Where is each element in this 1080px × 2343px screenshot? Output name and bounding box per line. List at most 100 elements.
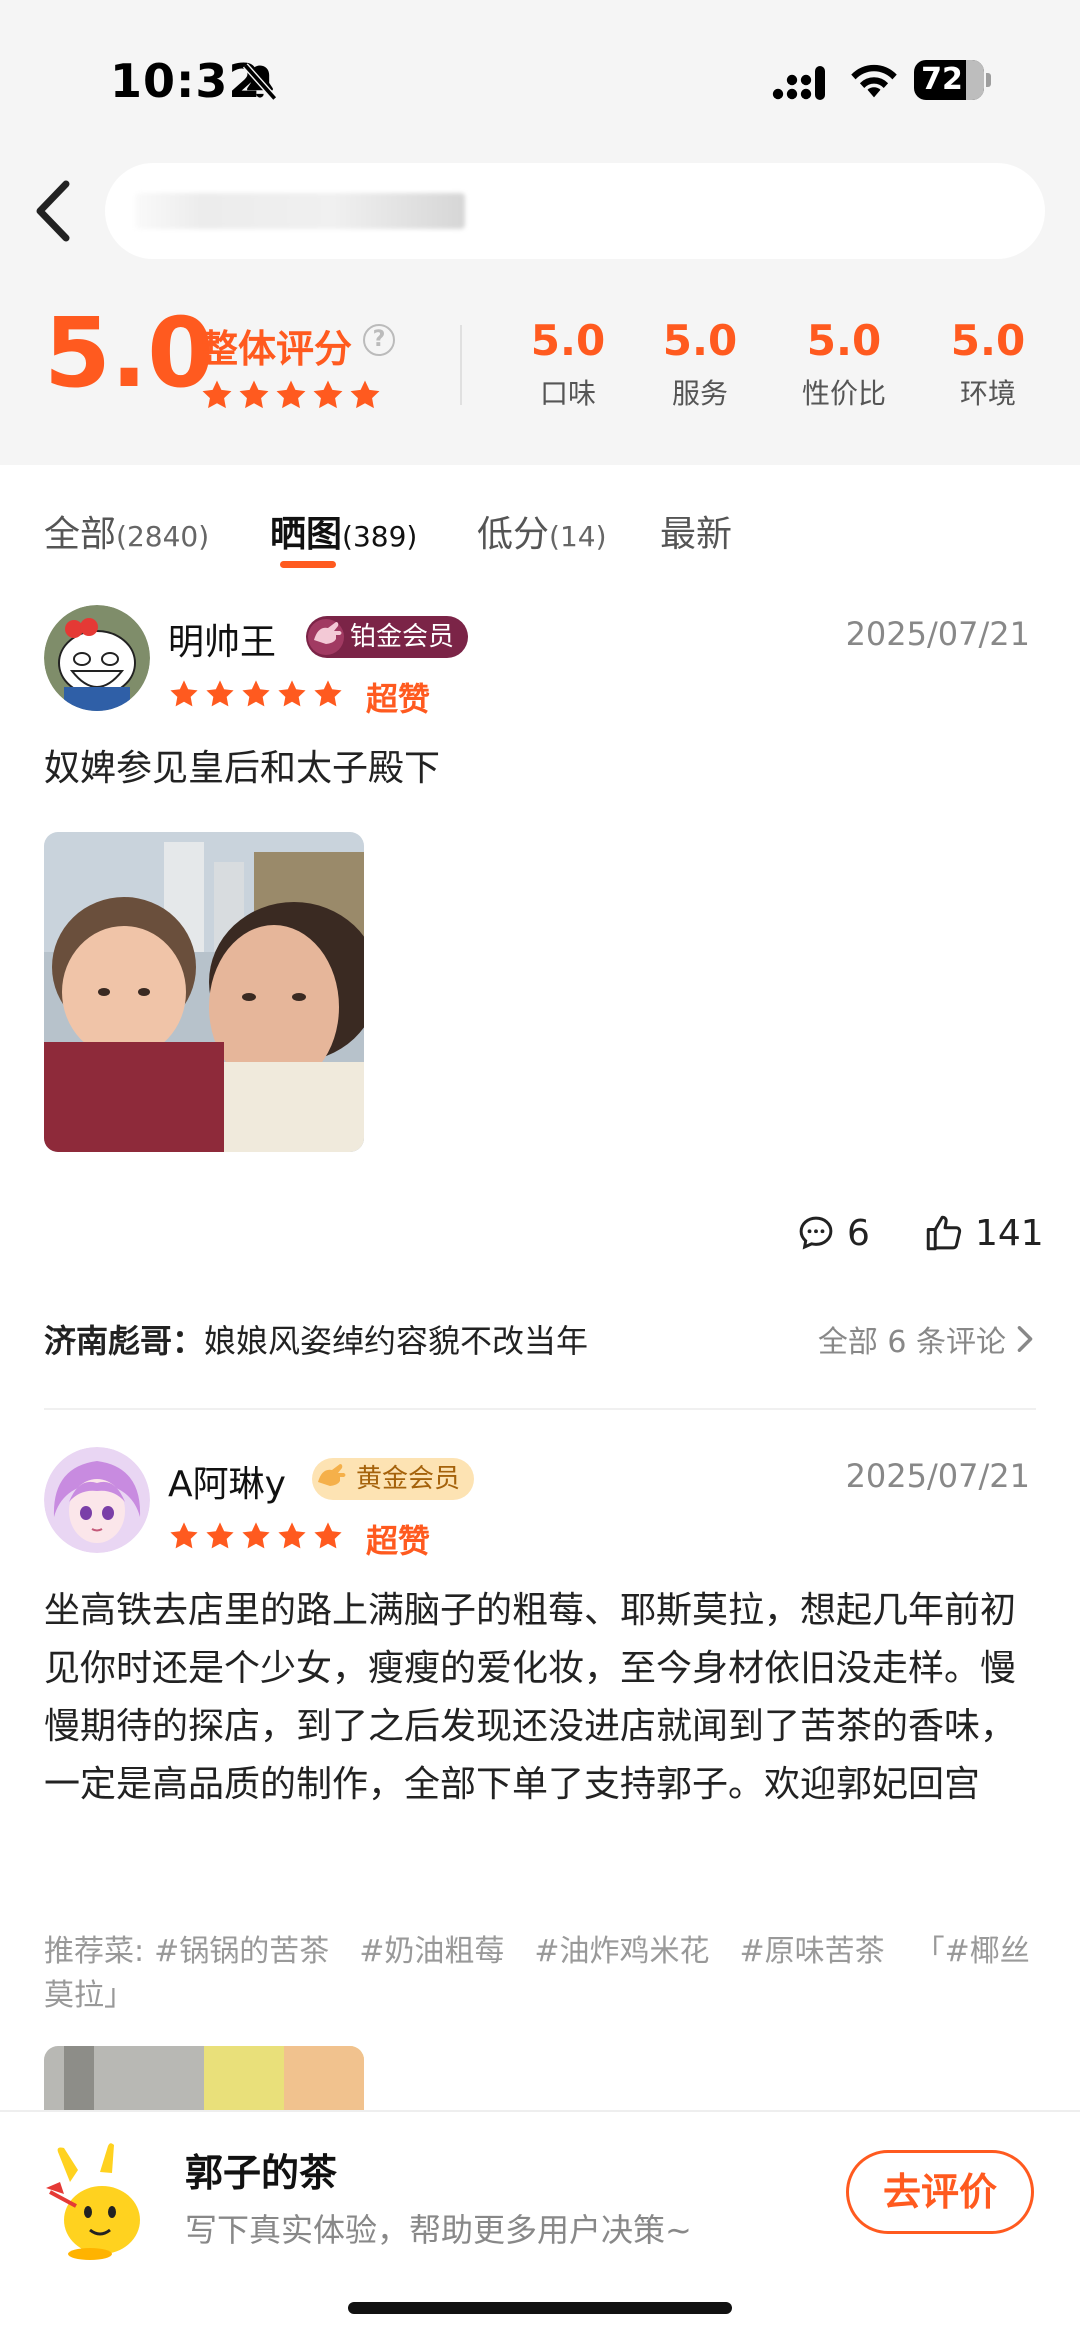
star-icon (239, 380, 269, 409)
dish-tag[interactable]: #锅锅的苦茶 (154, 1934, 329, 1969)
battery-level: 72 (921, 62, 963, 97)
star-icon (206, 680, 234, 707)
star-icon (202, 380, 232, 409)
review-date: 2025/07/21 (845, 615, 1030, 653)
wifi-icon (851, 64, 897, 98)
recommended-dishes: 推荐菜: #锅锅的苦茶 #奶油粗莓 #油炸鸡米花 #原味苦茶 「#椰丝莫拉」 (44, 1930, 1034, 2018)
star-icon (350, 380, 380, 409)
battery-tip (986, 73, 991, 87)
review-stars (168, 1520, 344, 1552)
tab-latest[interactable]: 最新 (660, 505, 732, 557)
write-review-button[interactable]: 去评价 (846, 2150, 1034, 2234)
member-badge-gold: 黄金会员 (312, 1458, 475, 1500)
review-hint: 写下真实体验，帮助更多用户决策~ (185, 2211, 692, 2249)
score-value-for-money: 5.0 性价比 (784, 316, 904, 412)
comment-button[interactable]: 6 (795, 1212, 870, 1254)
tab-label: 全部 (44, 514, 117, 555)
score-label: 服务 (671, 377, 728, 411)
like-button[interactable]: 141 (923, 1212, 1044, 1254)
tab-label: 晒图 (270, 514, 343, 555)
home-indicator (348, 2302, 732, 2314)
review-date: 2025/07/21 (845, 1457, 1030, 1495)
score-taste: 5.0 口味 (508, 316, 628, 412)
comment-icon (799, 1216, 833, 1250)
review-text: 坐高铁去店里的路上满脑子的粗莓、耶斯莫拉，想起几年前初见你时还是个少女，瘦瘦的爱… (44, 1590, 1017, 1805)
score-value: 5.0 (530, 316, 606, 365)
score-value: 5.0 (950, 316, 1026, 365)
star-icon (313, 380, 343, 409)
comment-count: 6 (847, 1212, 870, 1254)
mascot-icon (46, 2143, 140, 2260)
review-username[interactable]: A阿琳y (168, 1455, 286, 1507)
back-arrow-icon[interactable] (30, 178, 80, 244)
tab-low-score[interactable]: 低分(14) (477, 505, 607, 557)
star-icon (170, 1522, 198, 1549)
review-text: 奴婢参见皇后和太子殿下 (44, 748, 441, 789)
star-icon (242, 1522, 270, 1549)
avatar[interactable] (44, 605, 150, 711)
overall-label: 整体评分 (200, 327, 353, 371)
star-icon (242, 680, 270, 707)
comment-preview[interactable]: 济南彪哥：娘娘风姿绰约容貌不改当年 (44, 1316, 588, 1362)
score-value: 5.0 (662, 316, 738, 365)
tab-label: 最新 (660, 514, 733, 555)
help-icon[interactable]: ? (363, 324, 395, 356)
star-icon (314, 680, 342, 707)
tab-active-indicator (280, 561, 336, 568)
tab-all[interactable]: 全部(2840) (44, 505, 209, 557)
tab-label: 低分 (477, 514, 550, 555)
review-divider (44, 1408, 1036, 1410)
header-area: 10:32 72 5.0 整体评分 ? 5.0 口味 5.0 服务 5.0 性价… (0, 0, 1080, 465)
avatar[interactable] (44, 1447, 150, 1553)
badge-label: 铂金会员 (350, 622, 455, 652)
tags-label: 推荐菜: (44, 1934, 145, 1969)
badge-hand-icon (308, 619, 344, 655)
score-service: 5.0 服务 (640, 316, 760, 412)
star-icon (276, 380, 306, 409)
member-badge-platinum: 铂金会员 (306, 616, 469, 658)
tab-count: (389) (342, 520, 418, 553)
comment-text: 娘娘风姿绰约容貌不改当年 (204, 1322, 589, 1360)
summary-divider (460, 325, 462, 405)
like-count: 141 (975, 1212, 1044, 1254)
badge-hand-icon (318, 1464, 346, 1486)
tab-count: (2840) (116, 520, 210, 553)
status-bar: 10:32 72 (0, 40, 1080, 120)
commenter-name: 济南彪哥： (44, 1322, 205, 1360)
review-photo[interactable] (44, 2046, 364, 2110)
tab-count: (14) (549, 520, 607, 553)
search-input[interactable] (105, 163, 1045, 259)
overall-score: 5.0 (44, 297, 215, 409)
review-username[interactable]: 明帅王 (168, 613, 276, 665)
all-comments-link[interactable]: 全部 6 条评论 (818, 1317, 1036, 1361)
review-filter-tabs: 全部(2840) 晒图(389) 低分(14) 最新 (0, 505, 1080, 575)
score-label: 性价比 (801, 377, 886, 411)
rating-word: 超赞 (366, 1522, 431, 1560)
star-icon (170, 680, 198, 707)
battery-icon: 72 (914, 60, 984, 100)
dish-tag[interactable]: #油炸鸡米花 (534, 1934, 709, 1969)
score-environment: 5.0 环境 (928, 316, 1048, 412)
score-value: 5.0 (806, 316, 882, 365)
score-label: 环境 (959, 377, 1016, 411)
tab-photos[interactable]: 晒图(389) (270, 505, 417, 557)
score-label: 口味 (539, 377, 596, 411)
star-icon (314, 1522, 342, 1549)
star-icon (206, 1522, 234, 1549)
shop-name: 郭子的茶 (185, 2151, 338, 2195)
thumbs-up-icon (926, 1215, 962, 1251)
star-icon (278, 1522, 306, 1549)
review-stars (168, 678, 344, 710)
dish-tag[interactable]: #原味苦茶 (740, 1934, 885, 1969)
overall-stars (200, 378, 382, 412)
review-photo[interactable] (44, 832, 364, 1152)
badge-label: 黄金会员 (356, 1464, 461, 1494)
blurred-search-text (135, 193, 465, 229)
rating-word: 超赞 (366, 680, 431, 718)
chevron-right-icon (1017, 1326, 1033, 1352)
all-comments-label: 全部 6 条评论 (817, 1325, 1006, 1360)
bell-muted-icon (242, 63, 278, 101)
star-icon (278, 680, 306, 707)
dish-tag[interactable]: #奶油粗莓 (359, 1934, 504, 1969)
signal-icon (772, 66, 825, 100)
